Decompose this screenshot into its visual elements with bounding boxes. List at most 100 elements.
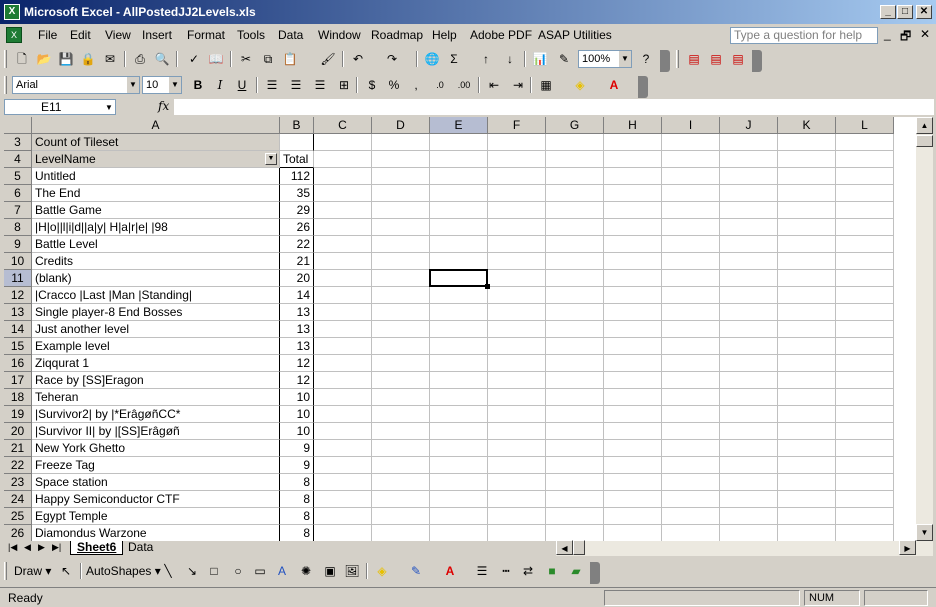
chevron-down-icon[interactable]: ▼ [619, 51, 631, 67]
cell-f8[interactable] [488, 219, 546, 236]
undo-icon[interactable]: ↶ [348, 50, 368, 68]
insert-function-icon[interactable]: fx [158, 99, 169, 113]
font-size-select[interactable]: 10 ▼ [142, 76, 182, 94]
cell-d22[interactable] [372, 457, 430, 474]
cell-g15[interactable] [546, 338, 604, 355]
cell-k26[interactable] [778, 525, 836, 541]
cell-k22[interactable] [778, 457, 836, 474]
level-name-cell[interactable]: Ziqqurat 1 [32, 355, 280, 372]
cell-i7[interactable] [662, 202, 720, 219]
cell-c8[interactable] [314, 219, 372, 236]
cell-c24[interactable] [314, 491, 372, 508]
cell-i9[interactable] [662, 236, 720, 253]
cell-c5[interactable] [314, 168, 372, 185]
cell-h21[interactable] [604, 440, 662, 457]
cell-l26[interactable] [836, 525, 894, 541]
count-cell[interactable]: 14 [280, 287, 314, 304]
cell-e7[interactable] [430, 202, 488, 219]
cell-f7[interactable] [488, 202, 546, 219]
vertical-scrollbar[interactable]: ▲ ▼ [916, 117, 933, 541]
level-name-cell[interactable]: Space station [32, 474, 280, 491]
cell-i3[interactable] [662, 134, 720, 151]
dash-style-icon[interactable]: ┅ [496, 562, 516, 580]
cell-l11[interactable] [836, 270, 894, 287]
count-cell[interactable]: 35 [280, 185, 314, 202]
level-name-cell[interactable]: Diamondus Warzone [32, 525, 280, 541]
cell-h19[interactable] [604, 406, 662, 423]
cell-c21[interactable] [314, 440, 372, 457]
insert-picture-icon[interactable]: 🖼 [342, 562, 362, 580]
row-header[interactable]: 12 [4, 287, 32, 304]
cell-k23[interactable] [778, 474, 836, 491]
cut-icon[interactable]: ✂ [236, 50, 256, 68]
cell-j3[interactable] [720, 134, 778, 151]
cell-e16[interactable] [430, 355, 488, 372]
cell-f15[interactable] [488, 338, 546, 355]
cell-j10[interactable] [720, 253, 778, 270]
level-name-cell[interactable]: Single player-8 End Bosses [32, 304, 280, 321]
cell-g20[interactable] [546, 423, 604, 440]
maximize-button[interactable]: □ [897, 5, 913, 19]
count-cell[interactable]: 8 [280, 474, 314, 491]
currency-icon[interactable]: $ [362, 76, 382, 94]
cell-c11[interactable] [314, 270, 372, 287]
menu-roadmap[interactable]: Roadmap [371, 28, 423, 42]
cell-i8[interactable] [662, 219, 720, 236]
cell-g3[interactable] [546, 134, 604, 151]
row-header[interactable]: 15 [4, 338, 32, 355]
toolbar-grip[interactable] [4, 562, 7, 580]
cell-e20[interactable] [430, 423, 488, 440]
chevron-down-icon[interactable]: ▼ [104, 101, 114, 113]
menu-format[interactable]: Format [187, 28, 225, 42]
cell-c9[interactable] [314, 236, 372, 253]
level-name-cell[interactable]: Untitled [32, 168, 280, 185]
column-header-k[interactable]: K [778, 117, 836, 134]
cell-i17[interactable] [662, 372, 720, 389]
column-header-c[interactable]: C [314, 117, 372, 134]
cell-e18[interactable] [430, 389, 488, 406]
cell-e9[interactable] [430, 236, 488, 253]
cell-h13[interactable] [604, 304, 662, 321]
paste-icon[interactable]: 📋 [280, 50, 300, 68]
cell-c4[interactable] [314, 151, 372, 168]
column-header-j[interactable]: J [720, 117, 778, 134]
cell-l22[interactable] [836, 457, 894, 474]
arrow-icon[interactable]: ↘ [182, 562, 202, 580]
menu-view[interactable]: View [105, 28, 131, 42]
cell-g14[interactable] [546, 321, 604, 338]
column-header-i[interactable]: I [662, 117, 720, 134]
cell-k17[interactable] [778, 372, 836, 389]
convert-pdf-email-icon[interactable]: ▤ [706, 50, 726, 68]
help-icon[interactable]: ? [636, 50, 656, 68]
cell-f19[interactable] [488, 406, 546, 423]
cell-l12[interactable] [836, 287, 894, 304]
prev-sheet-icon[interactable]: ◀ [24, 542, 31, 553]
cell-c22[interactable] [314, 457, 372, 474]
cell-h5[interactable] [604, 168, 662, 185]
cell-k5[interactable] [778, 168, 836, 185]
cell-f26[interactable] [488, 525, 546, 541]
level-name-cell[interactable]: Just another level [32, 321, 280, 338]
column-header-a[interactable]: A [32, 117, 280, 134]
cell-l10[interactable] [836, 253, 894, 270]
column-header-d[interactable]: D [372, 117, 430, 134]
cell-j12[interactable] [720, 287, 778, 304]
doc-close-button[interactable]: ✕ [920, 27, 930, 41]
cell-h22[interactable] [604, 457, 662, 474]
cell-h25[interactable] [604, 508, 662, 525]
cell-c16[interactable] [314, 355, 372, 372]
toolbar-options-icon[interactable] [590, 562, 600, 584]
cell-f6[interactable] [488, 185, 546, 202]
format-painter-icon[interactable]: 🖌 [318, 50, 338, 68]
3d-style-icon[interactable]: ▰ [566, 562, 586, 580]
name-box[interactable]: E11 ▼ [4, 99, 116, 115]
cell-c12[interactable] [314, 287, 372, 304]
cell-l9[interactable] [836, 236, 894, 253]
convert-pdf-icon[interactable]: ▤ [684, 50, 704, 68]
cell-f13[interactable] [488, 304, 546, 321]
cell-d14[interactable] [372, 321, 430, 338]
cell-i15[interactable] [662, 338, 720, 355]
cell-g17[interactable] [546, 372, 604, 389]
autosum-icon[interactable]: Σ [444, 50, 464, 68]
horizontal-scrollbar[interactable]: ◀ ▶ [556, 540, 933, 556]
